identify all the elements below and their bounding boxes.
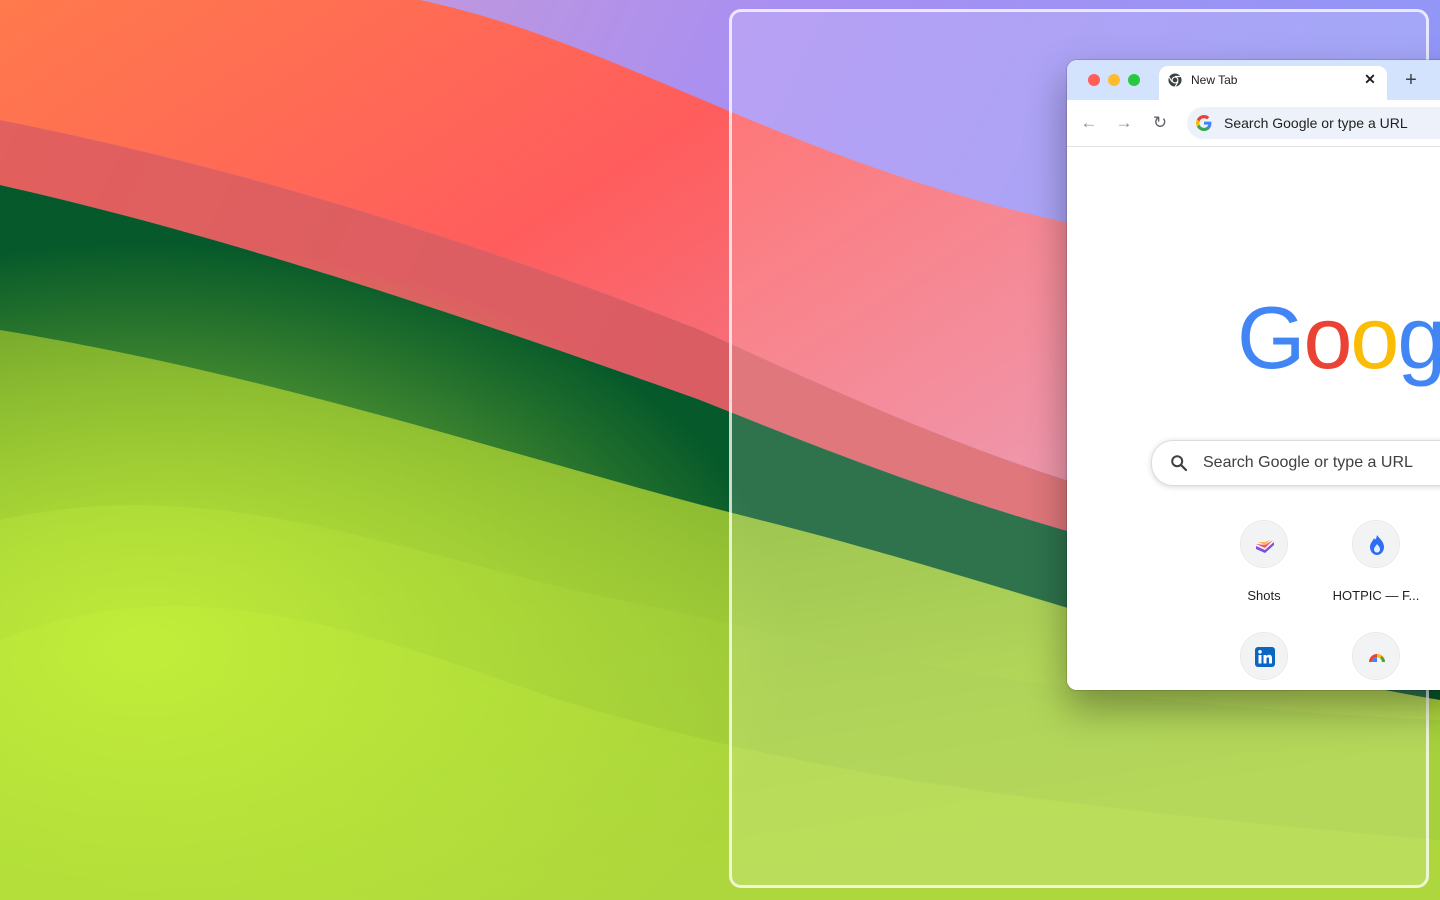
google-logo-letter: G [1237, 288, 1305, 387]
google-logo-letter: o [1303, 288, 1352, 387]
ntp-search-box[interactable]: Search Google or type a URL [1151, 440, 1440, 486]
zoom-window-button[interactable] [1128, 74, 1140, 86]
hotpic-icon [1370, 535, 1384, 555]
tab-new-tab[interactable]: New Tab ✕ [1159, 66, 1387, 100]
new-tab-page: Google Search Google or type a URL Shots [1067, 147, 1440, 690]
shortcut-icon-circle [1352, 520, 1400, 568]
reload-button[interactable]: ↻ [1150, 113, 1170, 133]
forward-button[interactable]: → [1114, 113, 1134, 133]
linkedin-icon [1255, 647, 1275, 667]
tab-strip: New Tab ✕ + [1067, 60, 1440, 100]
search-icon [1171, 455, 1188, 472]
address-bar-placeholder: Search Google or type a URL [1224, 115, 1408, 131]
address-bar[interactable]: Search Google or type a URL [1187, 107, 1440, 139]
google-logo-letter: g [1397, 288, 1440, 387]
shortcut-icon-circle [1240, 632, 1288, 680]
close-window-button[interactable] [1088, 74, 1100, 86]
ntp-search-placeholder: Search Google or type a URL [1203, 454, 1413, 471]
google-logo: Google [1237, 294, 1440, 382]
chrome-rainbow-icon [1369, 654, 1385, 662]
shortcut-tile-rainbow[interactable] [1320, 632, 1432, 690]
back-button[interactable]: ← [1079, 113, 1099, 133]
google-g-icon [1196, 115, 1212, 131]
shortcut-tile-hotpic[interactable]: HOTPIC — F... [1320, 520, 1432, 603]
shortcut-label: Shots [1247, 588, 1281, 603]
browser-toolbar: ← → ↻ Search Google or type a URL [1067, 100, 1440, 147]
shortcut-tile-linkedin[interactable] [1208, 632, 1320, 690]
shortcut-tile-shots[interactable]: Shots [1208, 520, 1320, 603]
close-tab-button[interactable]: ✕ [1361, 70, 1379, 88]
minimize-window-button[interactable] [1108, 74, 1120, 86]
shortcut-label: HOTPIC — F... [1332, 588, 1420, 603]
google-logo-letter: o [1350, 288, 1399, 387]
new-tab-button[interactable]: + [1401, 70, 1421, 90]
tab-title: New Tab [1191, 73, 1238, 87]
browser-window[interactable]: New Tab ✕ + ← → ↻ Search Google or type … [1067, 60, 1440, 690]
shortcut-icon-circle [1352, 632, 1400, 680]
shortcut-icon-circle [1240, 520, 1288, 568]
chrome-icon [1168, 73, 1182, 87]
shots-icon [1256, 540, 1274, 553]
